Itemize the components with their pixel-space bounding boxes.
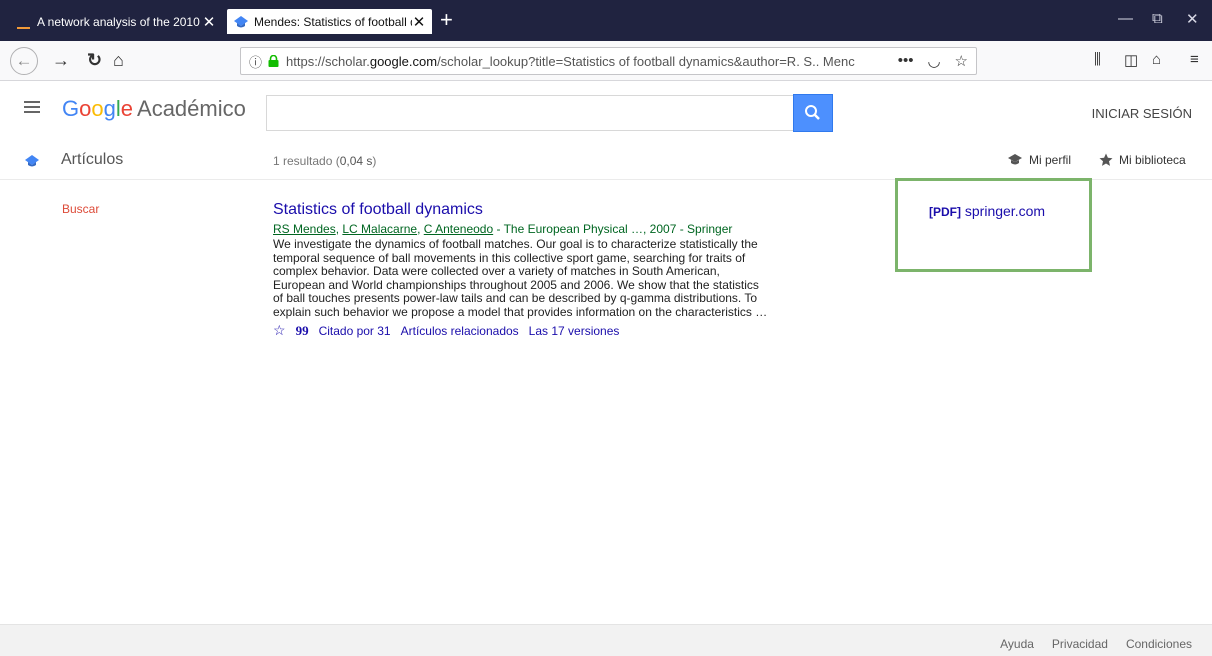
tab-close-icon[interactable]: ✕ (202, 13, 216, 31)
pdf-highlight-box: [PDF] springer.com (895, 178, 1092, 272)
author-link[interactable]: LC Malacarne (342, 222, 417, 236)
library-icon[interactable]: ⫼ (1094, 51, 1101, 68)
page-footer: Ayuda Privacidad Condiciones (0, 624, 1212, 656)
search-result: Statistics of football dynamics RS Mende… (273, 201, 783, 339)
related-articles-link[interactable]: Artículos relacionados (401, 324, 519, 338)
cite-quote-icon[interactable]: 99 (296, 323, 309, 339)
sync-icon[interactable]: ⌂ (1152, 51, 1161, 68)
hamburger-menu-icon[interactable]: ≡ (1190, 51, 1199, 68)
result-actions: ☆ 99 Citado por 31 Artículos relacionado… (273, 322, 783, 339)
search-icon (805, 105, 820, 120)
sign-in-button[interactable]: INICIAR SESIÓN (1092, 106, 1192, 121)
versions-link[interactable]: Las 17 versiones (529, 324, 620, 338)
pocket-icon[interactable]: ◡ (927, 52, 940, 70)
back-icon[interactable]: ← (10, 47, 38, 75)
author-link[interactable]: RS Mendes (273, 222, 336, 236)
result-count: 1 resultado (0,04 s) (273, 154, 377, 168)
scholar-cap-icon (234, 15, 248, 27)
document-favicon-icon (17, 26, 30, 29)
privacy-link[interactable]: Privacidad (1052, 637, 1108, 651)
section-title: Artículos (61, 151, 124, 168)
search-input[interactable] (266, 95, 793, 131)
result-authors: RS Mendes, LC Malacarne, C Anteneodo - T… (273, 222, 733, 236)
tab-label: A network analysis of the 2010 (37, 14, 200, 29)
results-subheader: Artículos 1 resultado (0,04 s) Mi perfil… (0, 140, 1212, 180)
author-link[interactable]: C Anteneodo (424, 222, 493, 236)
restore-icon[interactable]: ⧉ (1152, 10, 1163, 27)
help-link[interactable]: Ayuda (1000, 637, 1034, 651)
reload-icon[interactable]: ↻ (87, 49, 102, 71)
lock-icon (268, 55, 279, 67)
minimize-icon[interactable]: — (1118, 10, 1133, 27)
sidebar-icon[interactable]: ◫ (1124, 51, 1138, 69)
tab-label: Mendes: Statistics of football d (254, 14, 412, 29)
page-actions-icon[interactable]: ••• (898, 52, 914, 70)
my-profile-link[interactable]: Mi perfil (1007, 153, 1071, 167)
scholar-header: Google Académico INICIAR SESIÓN (0, 81, 1212, 139)
info-icon[interactable]: ⓘ (249, 52, 262, 71)
menu-icon[interactable] (24, 101, 40, 113)
save-star-icon[interactable]: ☆ (273, 322, 286, 339)
new-tab-button[interactable]: + (440, 9, 453, 31)
cited-by-link[interactable]: Citado por 31 (319, 324, 391, 338)
google-scholar-logo[interactable]: Google Académico (62, 96, 246, 122)
graduation-cap-icon (1008, 154, 1022, 165)
tab-mendes-statistics[interactable]: Mendes: Statistics of football d ✕ (227, 9, 432, 34)
bookmark-star-icon[interactable]: ☆ (955, 52, 968, 70)
scholar-cap-icon (25, 155, 39, 167)
close-window-icon[interactable]: ✕ (1186, 10, 1199, 28)
pdf-link[interactable]: [PDF] springer.com (929, 203, 1045, 219)
home-icon[interactable]: ⌂ (113, 49, 124, 71)
search-button[interactable] (793, 94, 833, 132)
browser-nav-bar: ← → ↻ ⌂ ⓘ https://scholar.google.com/sch… (0, 41, 1212, 81)
forward-icon[interactable]: → (52, 49, 70, 71)
address-bar[interactable]: ⓘ https://scholar.google.com/scholar_loo… (240, 47, 977, 75)
browser-tab-bar: A network analysis of the 2010 ✕ Mendes:… (0, 0, 1212, 41)
result-title[interactable]: Statistics of football dynamics (273, 201, 783, 219)
star-icon (1099, 153, 1113, 166)
my-library-link[interactable]: Mi biblioteca (1099, 153, 1186, 167)
result-snippet: We investigate the dynamics of football … (273, 237, 768, 319)
tab-close-icon[interactable]: ✕ (412, 13, 426, 31)
tab-network-analysis[interactable]: A network analysis of the 2010 ✕ (10, 9, 222, 34)
search-link[interactable]: Buscar (62, 202, 99, 216)
terms-link[interactable]: Condiciones (1126, 637, 1192, 651)
url-text: https://scholar.google.com/scholar_looku… (286, 53, 855, 69)
